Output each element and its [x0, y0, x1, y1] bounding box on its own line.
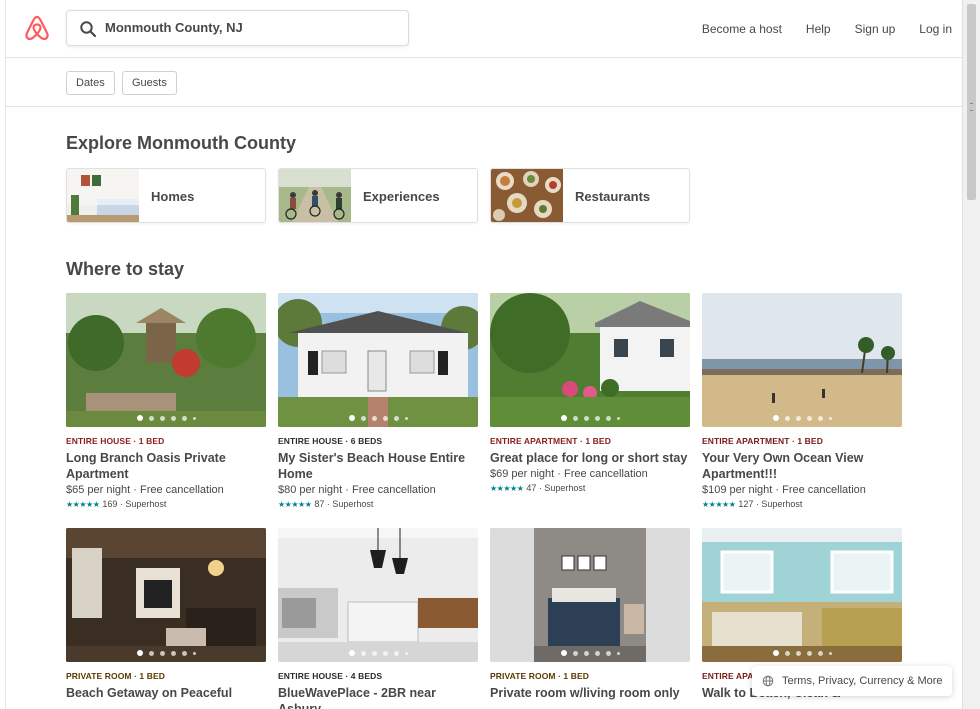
sign-up-link[interactable]: Sign up	[855, 22, 896, 36]
photo-carousel-dots[interactable]	[278, 650, 478, 656]
rating-count: 169 · Superhost	[102, 499, 167, 509]
listing-title[interactable]: Long Branch Oasis Private Apartment	[66, 450, 266, 482]
listing-card[interactable]: PRIVATE ROOM · 1 BED Private room w/livi…	[490, 528, 690, 701]
photo-carousel-dots[interactable]	[66, 650, 266, 656]
search-input[interactable]: Monmouth County, NJ	[66, 10, 409, 46]
listing-type: ENTIRE APARTMENT · 1 BED	[490, 436, 611, 446]
globe-icon	[762, 675, 774, 687]
rating-stars-icon: ★★★★★	[490, 483, 524, 493]
search-input-value: Monmouth County, NJ	[105, 20, 243, 35]
homes-thumbnail	[67, 169, 139, 222]
listing-title[interactable]: Your Very Own Ocean View Apartment!!!	[702, 450, 902, 482]
guests-filter-button[interactable]: Guests	[122, 71, 177, 95]
listing-photo[interactable]	[278, 293, 478, 427]
listing-card[interactable]: ENTIRE APARTMENT · 1 BED Great place for…	[490, 293, 690, 493]
listing-card[interactable]: ENTIRE HOUSE · 6 BEDS My Sister's Beach …	[278, 293, 478, 509]
listing-photo[interactable]	[490, 528, 690, 662]
rating-count: 47 · Superhost	[526, 483, 586, 493]
rating-stars-icon: ★★★★★	[702, 499, 736, 509]
explore-heading: Explore Monmouth County	[66, 133, 296, 153]
listing-title[interactable]: BlueWavePlace - 2BR near Asbury	[278, 685, 478, 709]
listing-rating: ★★★★★ 127 · Superhost	[702, 499, 902, 509]
header: Monmouth County, NJ Become a host Help S…	[6, 0, 962, 58]
explore-card-experiences-label: Experiences	[363, 189, 440, 204]
restaurants-thumbnail	[491, 169, 563, 222]
dates-filter-button[interactable]: Dates	[66, 71, 115, 95]
log-in-link[interactable]: Log in	[919, 22, 952, 36]
listing-type: ENTIRE HOUSE · 1 BED	[66, 436, 165, 446]
listing-rating: ★★★★★ 87 · Superhost	[278, 499, 478, 509]
listing-price: $109 per night · Free cancellation	[702, 484, 866, 496]
listing-type: PRIVATE ROOM · 1 BED	[490, 671, 589, 681]
listing-rating: ★★★★★ 47 · Superhost	[490, 483, 690, 493]
listing-photo[interactable]	[702, 528, 902, 662]
listing-card[interactable]: ENTIRE HOUSE · 4 BEDS BlueWavePlace - 2B…	[278, 528, 478, 709]
listing-type: PRIVATE ROOM · 1 BED	[66, 671, 165, 681]
scrollbar-grip-icon	[970, 103, 973, 111]
listing-photo[interactable]	[702, 293, 902, 427]
listing-type: ENTIRE APARTMENT · 1 BED	[702, 436, 823, 446]
search-icon	[80, 21, 97, 38]
listing-card[interactable]: ENTIRE HOUSE · 1 BED Long Branch Oasis P…	[66, 293, 266, 509]
explore-card-experiences[interactable]: Experiences	[278, 168, 478, 223]
listing-price: $69 per night · Free cancellation	[490, 468, 648, 480]
become-host-link[interactable]: Become a host	[702, 22, 782, 36]
listing-photo[interactable]	[278, 528, 478, 662]
listing-type: ENTIRE HOUSE · 4 BEDS	[278, 671, 383, 681]
explore-card-restaurants-label: Restaurants	[575, 189, 651, 204]
explore-card-homes[interactable]: Homes	[66, 168, 266, 223]
scrollbar-thumb[interactable]	[967, 4, 976, 200]
listing-title[interactable]: Beach Getaway on Peaceful	[66, 685, 266, 701]
explore-card-homes-label: Homes	[151, 189, 195, 204]
airbnb-logo-icon[interactable]	[24, 14, 50, 42]
listing-photo[interactable]	[490, 293, 690, 427]
top-nav: Become a host Help Sign up Log in	[678, 0, 952, 58]
listing-title[interactable]: Private room w/living room only	[490, 685, 690, 701]
photo-carousel-dots[interactable]	[66, 415, 266, 421]
listing-price: $65 per night · Free cancellation	[66, 484, 224, 496]
listing-photo[interactable]	[66, 293, 266, 427]
footer-links-label: Terms, Privacy, Currency & More	[782, 675, 943, 687]
listing-card[interactable]: ENTIRE APARTMENT · 1 BED Your Very Own O…	[702, 293, 902, 509]
listing-photo[interactable]	[66, 528, 266, 662]
vertical-scrollbar[interactable]	[962, 0, 980, 709]
listing-card[interactable]: PRIVATE ROOM · 1 BED Beach Getaway on Pe…	[66, 528, 266, 701]
rating-count: 87 · Superhost	[314, 499, 374, 509]
photo-carousel-dots[interactable]	[702, 650, 902, 656]
photo-carousel-dots[interactable]	[490, 415, 690, 421]
photo-carousel-dots[interactable]	[278, 415, 478, 421]
listing-title[interactable]: Great place for long or short stay	[490, 450, 690, 466]
listing-price: $80 per night · Free cancellation	[278, 484, 436, 496]
where-to-stay-heading: Where to stay	[66, 259, 185, 279]
photo-carousel-dots[interactable]	[702, 415, 902, 421]
experiences-thumbnail	[279, 169, 351, 222]
photo-carousel-dots[interactable]	[490, 650, 690, 656]
rating-count: 127 · Superhost	[738, 499, 803, 509]
listing-rating: ★★★★★ 169 · Superhost	[66, 499, 266, 509]
rating-stars-icon: ★★★★★	[66, 499, 100, 509]
footer-links-button[interactable]: Terms, Privacy, Currency & More	[752, 666, 952, 696]
listing-title[interactable]: My Sister's Beach House Entire Home	[278, 450, 478, 482]
listing-type: ENTIRE HOUSE · 6 BEDS	[278, 436, 383, 446]
rating-stars-icon: ★★★★★	[278, 499, 312, 509]
help-link[interactable]: Help	[806, 22, 831, 36]
explore-card-restaurants[interactable]: Restaurants	[490, 168, 690, 223]
filter-bar: Dates Guests	[6, 59, 962, 107]
